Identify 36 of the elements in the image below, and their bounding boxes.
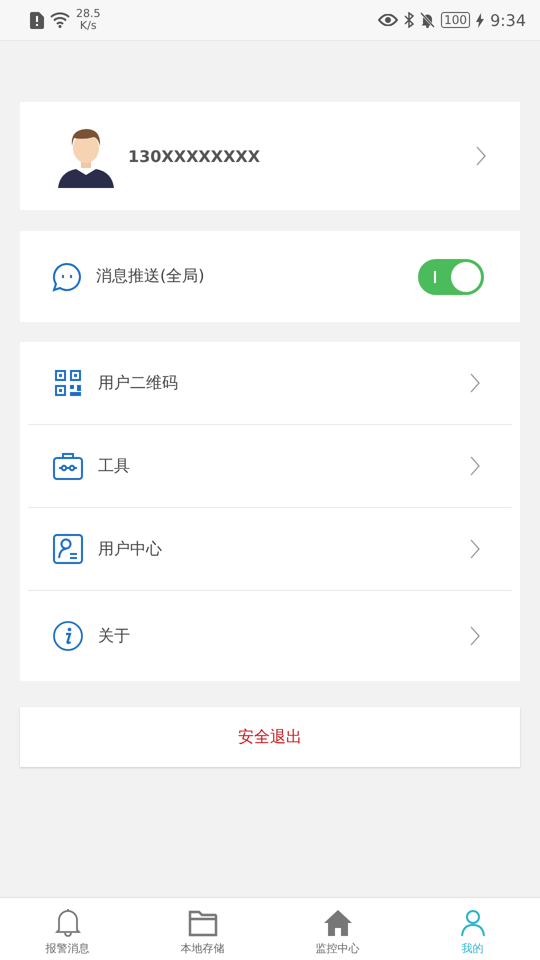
network-speed: 28.5 (76, 8, 100, 20)
chevron-right-icon (470, 373, 480, 393)
menu-item[interactable]: 关于 (28, 591, 512, 681)
battery-level: 100 (441, 12, 470, 28)
menu-item[interactable]: 工具 (28, 425, 512, 508)
bluetooth-icon (404, 12, 414, 28)
person-icon (460, 909, 486, 937)
user-card-icon (53, 534, 83, 564)
chevron-right-icon (470, 456, 480, 476)
home-icon (322, 909, 352, 937)
toolbox-icon (53, 452, 83, 480)
logout-button[interactable]: 安全退出 (20, 707, 520, 767)
chevron-right-icon (470, 626, 480, 646)
clock-time: 9:34 (490, 10, 526, 30)
bell-muted-icon (420, 12, 436, 28)
sim-alert-icon (30, 12, 44, 28)
speed-unit: K/s (80, 20, 97, 32)
wifi-icon (50, 12, 70, 28)
bell-icon (54, 907, 80, 937)
info-icon (53, 621, 83, 651)
menu-item[interactable]: 用户二维码 (28, 342, 512, 425)
toggle-switch[interactable] (418, 258, 484, 294)
menu-item[interactable]: 用户中心 (28, 508, 512, 591)
chevron-right-icon (476, 146, 486, 166)
folder-icon (188, 909, 218, 937)
charging-icon (476, 12, 484, 28)
chat-bubble-icon (52, 262, 82, 292)
tab[interactable]: 报警消息 (0, 898, 135, 960)
phone-number: 130XXXXXXXX (128, 146, 262, 166)
profile-card[interactable]: 130XXXXXXXX (20, 102, 520, 210)
tab[interactable]: 监控中心 (270, 898, 405, 960)
qr-code-icon (55, 370, 81, 396)
chevron-right-icon (470, 539, 480, 559)
push-label: 消息推送(全局) (96, 266, 206, 287)
eye-icon (378, 14, 398, 26)
tab[interactable]: 本地存储 (135, 898, 270, 960)
